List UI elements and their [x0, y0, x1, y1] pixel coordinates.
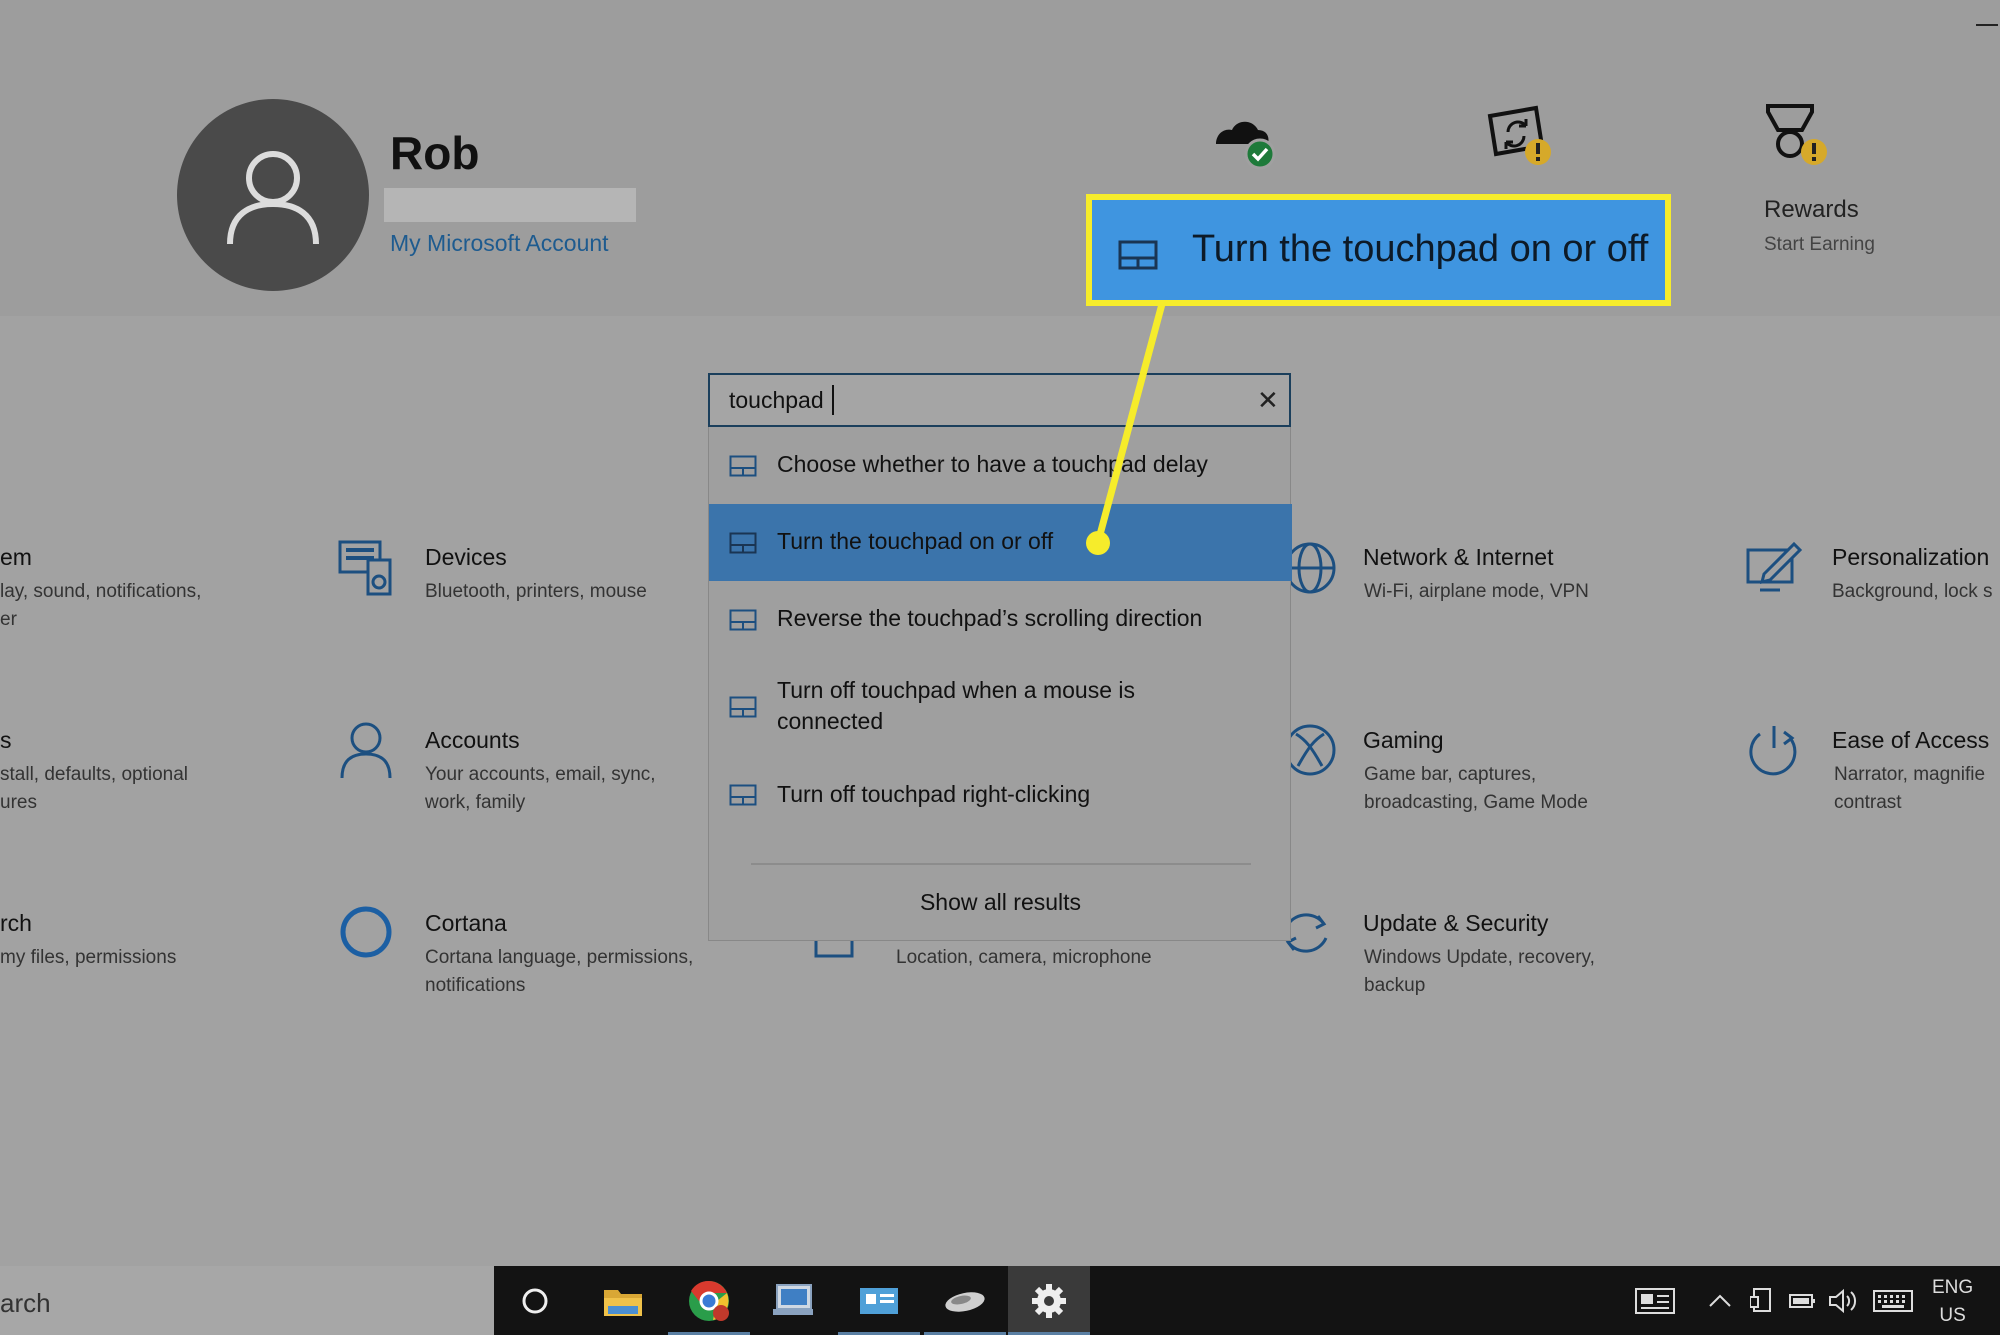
tile-devices-desc: Bluetooth, printers, mouse [425, 581, 647, 602]
email-redacted [384, 188, 636, 222]
user-avatar-icon[interactable] [177, 99, 369, 291]
language-code: ENG [1932, 1277, 1974, 1298]
result-label: Reverse the touchpad’s scrolling directi… [777, 605, 1203, 631]
tile-system-desc2: er [0, 609, 17, 630]
ease-of-access-icon [1749, 726, 1797, 776]
cortana-circle-icon[interactable] [494, 1266, 576, 1335]
tile-apps-desc2: ures [0, 792, 37, 813]
news-icon[interactable] [1634, 1266, 1676, 1335]
show-all-results-link[interactable]: Show all results [709, 889, 1292, 916]
tile-search-title[interactable]: rch [0, 910, 32, 937]
taskbar-search-box[interactable]: arch [0, 1266, 494, 1335]
my-microsoft-account-link[interactable]: My Microsoft Account [390, 230, 609, 257]
chevron-up-icon[interactable] [1708, 1266, 1732, 1335]
tile-apps-title[interactable]: s [0, 727, 12, 754]
mouse-app-icon[interactable] [924, 1266, 1006, 1335]
tile-update-desc2: backup [1364, 975, 1426, 996]
cortana-icon [340, 906, 392, 958]
result-off-when-mouse[interactable]: Turn off touchpad when a mouse is connec… [709, 657, 1292, 757]
text-caret [832, 385, 834, 415]
tile-cortana-desc: Cortana language, permissions, [425, 947, 694, 968]
tile-gaming-desc2: broadcasting, Game Mode [1364, 792, 1588, 813]
tile-system-title[interactable]: em [0, 544, 32, 571]
volume-icon[interactable] [1828, 1266, 1858, 1335]
touchpad-icon [1118, 240, 1158, 270]
touchpad-icon [729, 696, 757, 718]
onedrive-cloud-check-icon[interactable] [1208, 108, 1278, 178]
tile-apps-desc: stall, defaults, optional [0, 764, 189, 785]
settings-gear-icon[interactable] [1008, 1266, 1090, 1335]
taskbar: arch [0, 1266, 2000, 1335]
tile-ease-title[interactable]: Ease of Access [1832, 727, 1989, 754]
search-input[interactable]: touchpad [729, 387, 824, 414]
rewards-sublabel: Start Earning [1764, 234, 1875, 255]
tile-personalization-title[interactable]: Personalization [1832, 544, 1989, 571]
touchpad-icon [729, 784, 757, 806]
keyboard-icon[interactable] [1872, 1266, 1914, 1335]
tile-personalization-desc: Background, lock s [1832, 581, 1993, 602]
touchpad-icon [729, 609, 757, 631]
pc-app-icon[interactable] [752, 1266, 834, 1335]
result-label: Turn the touchpad on or off [777, 528, 1054, 554]
tile-gaming-desc: Game bar, captures, [1364, 764, 1537, 785]
result-reverse-scrolling[interactable]: Reverse the touchpad’s scrolling directi… [709, 581, 1292, 657]
tile-network-desc: Wi-Fi, airplane mode, VPN [1364, 581, 1589, 602]
tile-accounts-desc2: work, family [425, 792, 526, 813]
result-label: Turn off touchpad when a mouse is connec… [777, 677, 1135, 734]
touchpad-icon [729, 532, 757, 554]
minimize-icon[interactable] [1976, 24, 1998, 26]
tile-ease-desc2: contrast [1834, 792, 1902, 813]
file-explorer-icon[interactable] [582, 1266, 664, 1335]
tile-devices-title[interactable]: Devices [425, 544, 507, 571]
result-turn-touchpad-on-off[interactable]: Turn the touchpad on or off [709, 504, 1292, 581]
tile-cortana-desc2: notifications [425, 975, 526, 996]
callout-text: Turn the touchpad on or off [1192, 228, 1649, 270]
rewards-label[interactable]: Rewards [1764, 196, 1859, 224]
user-name: Rob [390, 127, 480, 179]
tile-accounts-title[interactable]: Accounts [425, 727, 520, 754]
tile-ease-desc: Narrator, magnifie [1834, 764, 1986, 785]
tile-update-desc: Windows Update, recovery, [1364, 947, 1595, 968]
tile-search-desc: my files, permissions [0, 947, 177, 968]
tile-accounts-desc: Your accounts, email, sync, [425, 764, 656, 785]
callout-box: Turn the touchpad on or off [1086, 194, 1671, 306]
touchpad-icon [729, 455, 757, 477]
result-label: Choose whether to have a touchpad delay [777, 451, 1208, 477]
close-icon[interactable]: ✕ [1257, 385, 1279, 416]
settings-search-box[interactable]: touchpad ✕ [708, 373, 1291, 427]
tile-gaming-title[interactable]: Gaming [1363, 727, 1444, 754]
rewards-trophy-warning-icon[interactable] [1762, 100, 1832, 170]
sync-warning-icon[interactable] [1486, 102, 1556, 172]
tile-system-desc: lay, sound, notifications, [0, 581, 202, 602]
personalization-icon [1746, 541, 1803, 592]
divider [751, 863, 1251, 865]
result-off-right-click[interactable]: Turn off touchpad right-clicking [709, 757, 1292, 833]
taskbar-search-text[interactable]: arch [0, 1288, 51, 1319]
tile-privacy-desc: Location, camera, microphone [896, 947, 1152, 968]
person-icon [340, 722, 392, 779]
tile-update-title[interactable]: Update & Security [1363, 910, 1548, 937]
mail-app-icon[interactable] [838, 1266, 920, 1335]
result-label: Turn off touchpad right-clicking [777, 781, 1091, 807]
tablet-icon[interactable] [1750, 1266, 1774, 1335]
language-indicator[interactable]: ENG US [1932, 1274, 1973, 1330]
result-touchpad-delay[interactable]: Choose whether to have a touchpad delay [709, 427, 1292, 503]
tile-cortana-title[interactable]: Cortana [425, 910, 507, 937]
region-code: US [1939, 1305, 1966, 1326]
search-results-dropdown: Choose whether to have a touchpad delay … [708, 427, 1292, 941]
tile-network-title[interactable]: Network & Internet [1363, 544, 1553, 571]
devices-icon [338, 540, 392, 596]
chrome-icon[interactable] [668, 1266, 750, 1335]
battery-icon[interactable] [1788, 1266, 1816, 1335]
